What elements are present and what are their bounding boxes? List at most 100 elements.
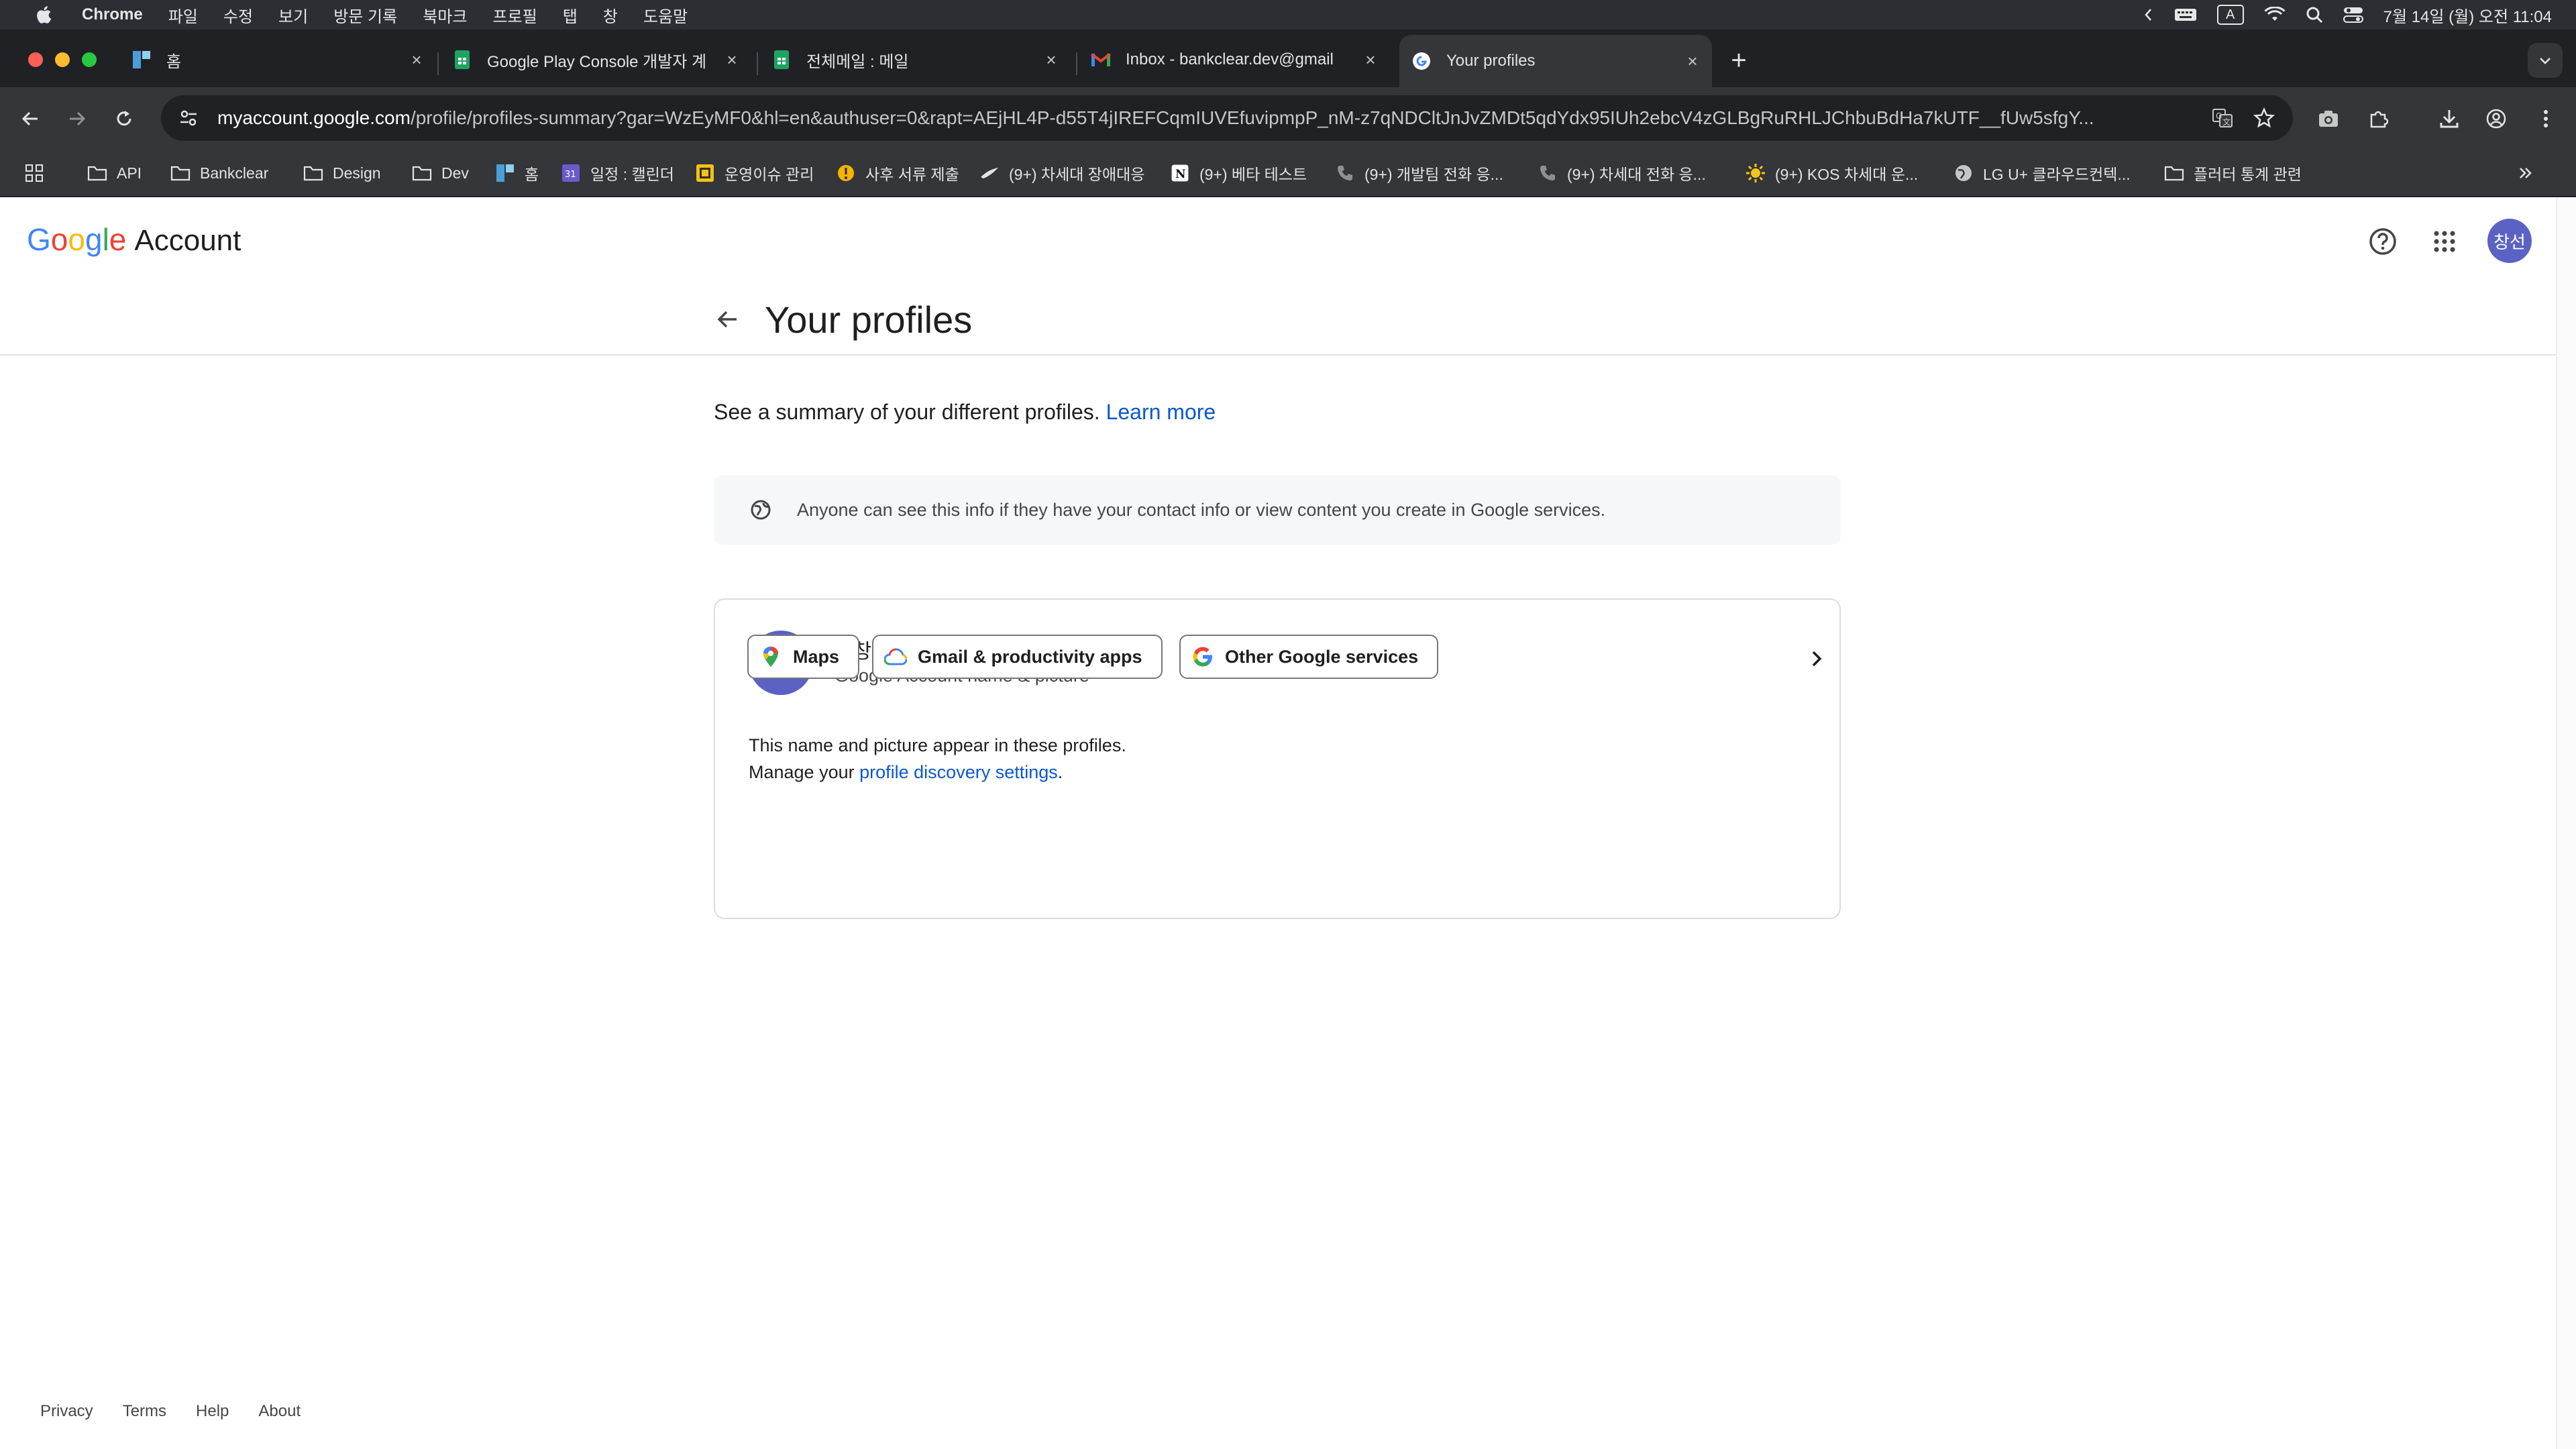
input-source-icon[interactable]: A bbox=[2216, 0, 2244, 30]
footer-privacy-link[interactable]: Privacy bbox=[40, 1402, 93, 1421]
tab-search-button[interactable] bbox=[2528, 43, 2563, 78]
window-close-button[interactable] bbox=[28, 52, 43, 67]
help-icon[interactable] bbox=[2363, 221, 2403, 262]
profiles-summary-text: See a summary of your different profiles… bbox=[714, 400, 1216, 425]
bookmark-star-icon[interactable] bbox=[2247, 101, 2281, 135]
keyboard-icon[interactable] bbox=[2174, 0, 2197, 30]
bookmarks-overflow-icon[interactable] bbox=[2517, 158, 2534, 188]
chevron-right-icon[interactable] bbox=[1802, 644, 1831, 674]
tab-close-icon[interactable]: × bbox=[1041, 50, 1061, 70]
svg-text:G: G bbox=[2216, 111, 2222, 121]
chip-gmail-productivity[interactable]: Gmail & productivity apps bbox=[872, 635, 1163, 679]
tab-gmail-inbox[interactable]: Inbox - bankclear.dev@gmail × bbox=[1091, 39, 1381, 80]
profile-icon[interactable] bbox=[2479, 102, 2513, 136]
translate-icon[interactable]: G文 bbox=[2206, 101, 2239, 135]
bookmarks-bar: API Bankclear Design Dev 홈 31 일정 : 캘린더 운… bbox=[0, 149, 2576, 197]
reload-button[interactable] bbox=[107, 102, 141, 136]
profile-discovery-settings-link[interactable]: profile discovery settings bbox=[859, 762, 1058, 782]
tab-title: Google Play Console 개발자 계 bbox=[487, 52, 707, 71]
chip-maps[interactable]: Maps bbox=[747, 635, 860, 679]
site-info-icon[interactable] bbox=[172, 101, 205, 135]
phone-icon bbox=[1538, 163, 1558, 183]
bookmark-dev-phone[interactable]: (9+) 개발팀 전화 응... bbox=[1335, 158, 1503, 188]
logo-letter: o bbox=[68, 222, 85, 257]
bookmark-label: Dev bbox=[441, 164, 469, 182]
bookmark-label: (9+) 차세대 전화 응... bbox=[1567, 166, 1706, 183]
bookmark-nextgen-phone[interactable]: (9+) 차세대 전화 응... bbox=[1538, 158, 1706, 188]
visibility-notice-text: Anyone can see this info if they have yo… bbox=[797, 499, 1606, 520]
arrow-right-icon bbox=[70, 111, 86, 126]
gmail-icon bbox=[1091, 50, 1111, 70]
learn-more-link[interactable]: Learn more bbox=[1106, 400, 1216, 424]
new-tab-button[interactable]: + bbox=[1724, 46, 1754, 75]
bookmark-label: (9+) 개발팀 전화 응... bbox=[1364, 166, 1503, 183]
bookmark-home[interactable]: 홈 bbox=[495, 158, 539, 188]
spotlight-search-icon[interactable] bbox=[2306, 0, 2323, 30]
profile-description: This name and picture appear in these pr… bbox=[749, 735, 1126, 755]
menubar-datetime[interactable]: 7월 14일 (월) 오전 11:04 bbox=[2383, 0, 2552, 30]
account-avatar-button[interactable]: 창선 bbox=[2487, 219, 2532, 263]
menu-app-name[interactable]: Chrome bbox=[82, 5, 143, 24]
tab-all-mail[interactable]: 전체메일 : 메일 × bbox=[771, 39, 1061, 80]
bookmark-dev[interactable]: Dev bbox=[412, 158, 469, 188]
forward-button[interactable] bbox=[60, 102, 94, 136]
bookmark-flutter-stats[interactable]: 플러터 통계 관련 bbox=[2164, 158, 2302, 188]
chip-other-google-services[interactable]: Other Google services bbox=[1179, 635, 1439, 679]
bookmark-label: (9+) KOS 차세대 운... bbox=[1775, 166, 1919, 183]
apple-menu-icon[interactable] bbox=[25, 5, 62, 25]
back-arrow-icon[interactable] bbox=[707, 299, 747, 339]
extensions-puzzle-icon[interactable] bbox=[2361, 102, 2395, 136]
menu-view[interactable]: 보기 bbox=[278, 3, 308, 27]
tab-title: Inbox - bankclear.dev@gmail bbox=[1126, 50, 1334, 68]
menu-file[interactable]: 파일 bbox=[168, 3, 198, 27]
google-apps-grid-icon[interactable] bbox=[2424, 221, 2465, 262]
footer-help-link[interactable]: Help bbox=[196, 1402, 229, 1421]
bookmark-label: 홈 bbox=[525, 166, 539, 183]
url-text[interactable]: myaccount.google.com/profile/profiles-su… bbox=[217, 107, 2216, 129]
bookmark-lg-cloud[interactable]: LG U+ 클라우드컨텍... bbox=[1953, 158, 2131, 188]
control-center-icon[interactable] bbox=[2343, 0, 2363, 30]
page-scrollbar[interactable] bbox=[2556, 197, 2576, 1449]
window-minimize-button[interactable] bbox=[55, 52, 70, 67]
tab-close-icon[interactable]: × bbox=[1682, 51, 1703, 71]
bookmark-label: Bankclear bbox=[200, 164, 269, 182]
apps-grid-icon[interactable] bbox=[24, 158, 44, 188]
chevron-left-icon[interactable] bbox=[2143, 0, 2154, 30]
footer-about-link[interactable]: About bbox=[258, 1402, 301, 1421]
reload-icon bbox=[117, 111, 131, 126]
screenshot-extension-icon[interactable] bbox=[2312, 102, 2345, 136]
menu-window[interactable]: 창 bbox=[603, 3, 618, 27]
download-icon[interactable] bbox=[2432, 102, 2466, 136]
bookmark-api[interactable]: API bbox=[87, 158, 142, 188]
bookmark-kos-nextgen[interactable]: (9+) KOS 차세대 운... bbox=[1746, 158, 1918, 188]
logo-letter: G bbox=[27, 222, 51, 257]
menu-edit[interactable]: 수정 bbox=[223, 3, 253, 27]
tab-play-console[interactable]: Google Play Console 개발자 계 × bbox=[452, 39, 742, 80]
menu-history[interactable]: 방문 기록 bbox=[333, 3, 397, 27]
kebab-menu-icon[interactable] bbox=[2529, 102, 2563, 136]
bookmark-beta-test[interactable]: N (9+) 베타 테스트 bbox=[1170, 158, 1307, 188]
tab-your-profiles[interactable]: Your profiles × bbox=[1399, 35, 1712, 87]
bookmark-design[interactable]: Design bbox=[303, 158, 381, 188]
menu-tab[interactable]: 탭 bbox=[563, 3, 578, 27]
menu-help[interactable]: 도움말 bbox=[643, 3, 688, 27]
tab-close-icon[interactable]: × bbox=[722, 50, 742, 70]
bookmark-ops-issues[interactable]: 운영이슈 관리 bbox=[695, 158, 814, 188]
google-account-logo[interactable]: Google Account bbox=[27, 221, 241, 258]
page-content: Google Account 창선 Your profiles See a su… bbox=[0, 197, 2556, 1449]
menu-bookmarks[interactable]: 북마크 bbox=[423, 3, 467, 27]
address-bar[interactable]: myaccount.google.com/profile/profiles-su… bbox=[161, 95, 2293, 141]
bookmark-nextgen-incident[interactable]: (9+) 차세대 장애대응 bbox=[979, 158, 1144, 188]
bookmark-bankclear[interactable]: Bankclear bbox=[170, 158, 268, 188]
google-wordmark: Google bbox=[27, 221, 126, 258]
window-zoom-button[interactable] bbox=[82, 52, 97, 67]
tab-close-icon[interactable]: × bbox=[1360, 50, 1381, 70]
footer-terms-link[interactable]: Terms bbox=[123, 1402, 166, 1421]
menu-profiles[interactable]: 프로필 bbox=[492, 3, 537, 27]
wifi-icon[interactable] bbox=[2264, 0, 2286, 30]
tab-home[interactable]: 홈 × bbox=[131, 39, 427, 80]
bookmark-calendar[interactable]: 31 일정 : 캘린더 bbox=[561, 158, 674, 188]
bookmark-document-submission[interactable]: 사후 서류 제출 bbox=[836, 158, 959, 188]
tab-close-icon[interactable]: × bbox=[407, 50, 427, 70]
back-button[interactable] bbox=[13, 102, 47, 136]
